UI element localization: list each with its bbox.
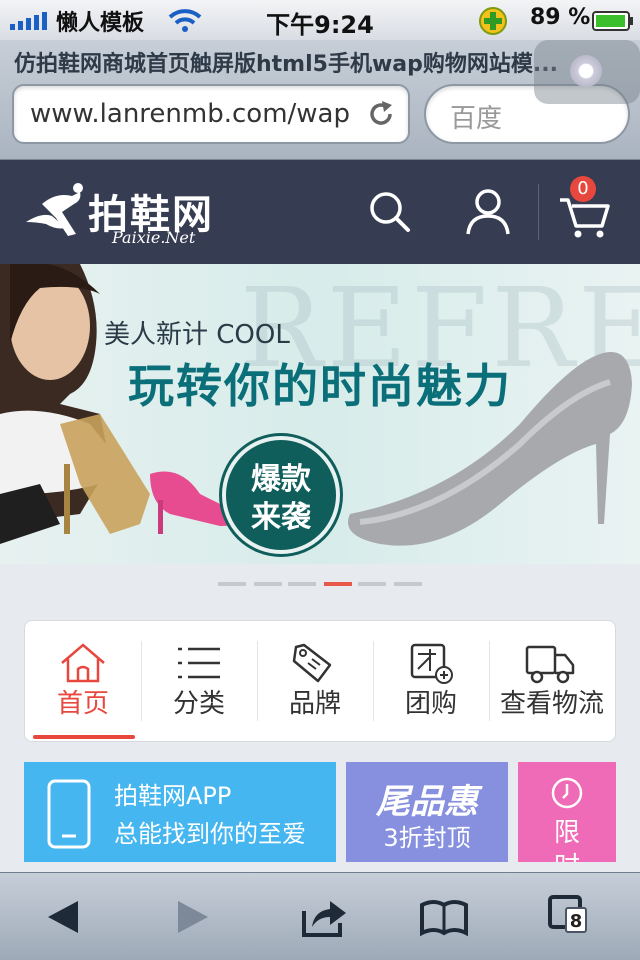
browser-page-title: 仿拍鞋网商城首页触屏版html5手机wap购物网站模... [14,52,558,77]
home-icon [61,643,105,683]
clock-icon [551,777,583,809]
main-nav: 首页 分类 品牌 团购 查看物流 [24,620,616,742]
site-header: 拍鞋网 Paixie.Net [0,160,640,264]
banner-badge: 爆款 来袭 [222,436,340,554]
cart-count-badge: 0 [570,176,596,202]
tag-icon [292,643,332,683]
promo-app-title: 拍鞋网APP [114,782,232,810]
list-icon [178,647,220,679]
header-divider [538,184,539,240]
url-field[interactable]: www.lanrenmb.com/wap [12,84,410,144]
bookmarks-icon[interactable] [420,893,468,941]
banner-headline: 玩转你的时尚魅力 [128,359,512,413]
search-icon[interactable] [362,184,418,240]
status-bar: 懒人模板 下午9:24 89 % [0,0,640,40]
reload-icon[interactable] [366,99,396,129]
url-text: www.lanrenmb.com/wap [30,99,350,129]
carousel-indicator [218,582,428,588]
promo-limited-tile[interactable]: 限时 [518,762,616,862]
hero-banner[interactable]: REFRESHING 美人新计 COOL 玩转你的时尚魅力 爆款 来袭 [0,264,640,564]
carousel-dot[interactable] [394,582,422,586]
carousel-dot[interactable] [218,582,246,586]
carousel-dot[interactable] [254,582,282,586]
nav-label: 团购 [404,689,457,719]
carousel-dot-active[interactable] [324,582,352,586]
nav-label: 分类 [172,689,225,719]
nav-active-underline [33,735,135,739]
badge-line-2: 来袭 [251,500,311,535]
tabs-count: 8 [565,907,587,933]
search-placeholder: 百度 [450,104,503,134]
promo-limited-title: 限时 [553,818,580,862]
site-logo[interactable]: 拍鞋网 Paixie.Net [22,178,232,248]
nav-item-brand[interactable]: 品牌 [257,621,373,741]
nav-item-category[interactable]: 分类 [141,621,257,741]
assistive-touch-button[interactable] [534,40,640,104]
nav-label: 首页 [56,689,109,719]
phone-icon [47,779,91,849]
forward-icon[interactable] [168,893,216,941]
battery-percent: 89 % [530,5,591,30]
battery-icon [592,11,633,31]
nav-item-logistics[interactable]: 查看物流 [489,621,615,741]
promo-app-subtitle: 总能找到你的至爱 [114,820,306,848]
nav-label: 品牌 [288,689,341,719]
promo-tail-sale-tile[interactable]: 尾品惠 3折封顶 [346,762,508,862]
carousel-dot[interactable] [288,582,316,586]
browser-toolbar [0,872,640,960]
banner-subtitle: 美人新计 COOL [104,320,290,350]
addon-icon [479,7,507,35]
carousel-dot[interactable] [358,582,386,586]
user-icon[interactable] [460,184,516,240]
group-buy-icon [410,643,453,684]
promo-tail-title: 尾品惠 [376,782,478,822]
logo-subtitle: Paixie.Net [112,228,196,247]
promo-app-tile[interactable]: 拍鞋网APP 总能找到你的至爱 [24,762,336,862]
truck-icon [525,645,575,684]
back-icon[interactable] [40,893,88,941]
promo-tail-subtitle: 3折封顶 [383,824,471,852]
nav-item-home[interactable]: 首页 [25,621,141,741]
share-icon[interactable] [300,893,348,941]
runner-logo-icon [26,183,83,236]
nav-label: 查看物流 [499,689,604,719]
nav-item-group-buy[interactable]: 团购 [373,621,489,741]
